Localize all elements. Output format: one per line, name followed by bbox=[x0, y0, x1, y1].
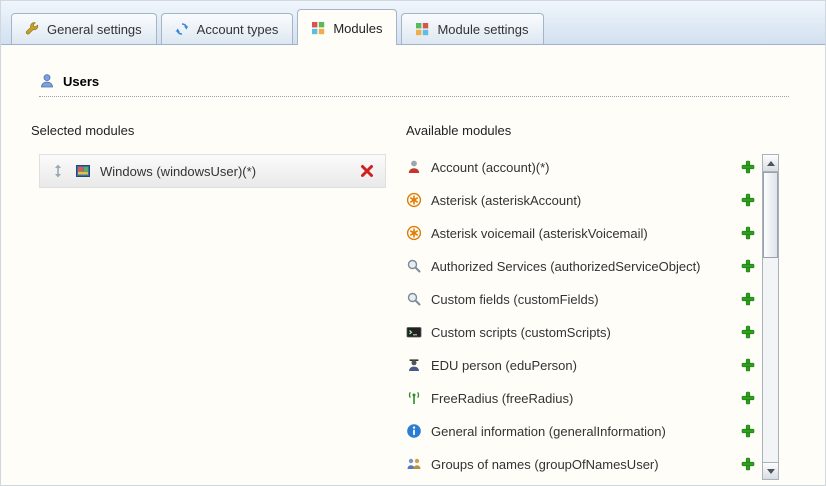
asterisk-icon bbox=[406, 225, 422, 241]
add-module-button[interactable] bbox=[740, 390, 756, 406]
windows-icon bbox=[75, 163, 91, 179]
asterisk-icon bbox=[406, 192, 422, 208]
info-icon bbox=[406, 423, 422, 439]
tab-bar: General settings Account types Modules M… bbox=[1, 1, 825, 45]
available-module-row: Custom scripts (customScripts) bbox=[406, 319, 762, 345]
edu-person-icon bbox=[406, 357, 422, 373]
selected-modules-list: Windows (windowsUser)(*) bbox=[39, 154, 386, 188]
users-section-heading: Users bbox=[39, 73, 789, 97]
available-module-label: EDU person (eduPerson) bbox=[431, 358, 731, 373]
selected-modules-label: Selected modules bbox=[31, 123, 386, 138]
add-module-button[interactable] bbox=[740, 258, 756, 274]
add-module-button[interactable] bbox=[740, 291, 756, 307]
script-icon bbox=[406, 324, 422, 340]
available-module-label: Custom fields (customFields) bbox=[431, 292, 731, 307]
tab-label: Account types bbox=[197, 22, 279, 37]
tab-general-settings[interactable]: General settings bbox=[11, 13, 157, 44]
account-icon bbox=[406, 159, 422, 175]
available-module-label: Account (account)(*) bbox=[431, 160, 731, 175]
selected-module-label: Windows (windowsUser)(*) bbox=[100, 164, 256, 179]
available-modules-label: Available modules bbox=[406, 123, 779, 138]
available-modules-list: Account (account)(*) Asterisk (asteriskAc… bbox=[406, 154, 762, 480]
add-module-button[interactable] bbox=[740, 423, 756, 439]
available-module-label: General information (generalInformation) bbox=[431, 424, 731, 439]
scrollbar-thumb[interactable] bbox=[763, 172, 778, 258]
modules-tab-content: Users Selected modules Windows (windowsU… bbox=[1, 73, 825, 480]
tab-modules[interactable]: Modules bbox=[297, 9, 397, 45]
add-module-button[interactable] bbox=[740, 192, 756, 208]
available-modules-wrap: Account (account)(*) Asterisk (asteriskAc… bbox=[406, 154, 779, 480]
available-module-row: Authorized Services (authorizedServiceOb… bbox=[406, 253, 762, 279]
available-module-label: Custom scripts (customScripts) bbox=[431, 325, 731, 340]
available-module-label: Asterisk (asteriskAccount) bbox=[431, 193, 731, 208]
section-title: Users bbox=[63, 74, 99, 89]
available-module-row: General information (generalInformation) bbox=[406, 418, 762, 444]
drag-handle-icon[interactable] bbox=[50, 163, 66, 179]
scroll-up-button[interactable] bbox=[763, 155, 778, 172]
selected-modules-column: Selected modules Windows (windowsUser)(*… bbox=[31, 97, 386, 480]
magnifier-icon bbox=[406, 291, 422, 307]
module-settings-icon bbox=[414, 21, 430, 37]
up-arrow-icon bbox=[767, 161, 775, 166]
radius-icon bbox=[406, 390, 422, 406]
modules-grid-icon bbox=[310, 20, 326, 36]
available-modules-column: Available modules Account (account)(*) As… bbox=[406, 97, 779, 480]
available-module-row: Groups of names (groupOfNamesUser) bbox=[406, 451, 762, 477]
down-arrow-icon bbox=[767, 469, 775, 474]
available-module-row: Asterisk (asteriskAccount) bbox=[406, 187, 762, 213]
available-module-row: Custom fields (customFields) bbox=[406, 286, 762, 312]
magnifier-icon bbox=[406, 258, 422, 274]
module-columns: Selected modules Windows (windowsUser)(*… bbox=[1, 97, 825, 480]
available-module-label: FreeRadius (freeRadius) bbox=[431, 391, 731, 406]
remove-module-button[interactable] bbox=[359, 163, 375, 179]
scrollbar-track[interactable] bbox=[763, 172, 778, 462]
tab-account-types[interactable]: Account types bbox=[161, 13, 294, 44]
available-module-row: Account (account)(*) bbox=[406, 154, 762, 180]
add-module-button[interactable] bbox=[740, 225, 756, 241]
available-module-label: Asterisk voicemail (asteriskVoicemail) bbox=[431, 226, 731, 241]
available-module-label: Groups of names (groupOfNamesUser) bbox=[431, 457, 731, 472]
tab-label: Modules bbox=[333, 21, 382, 36]
group-icon bbox=[406, 456, 422, 472]
sync-icon bbox=[174, 21, 190, 37]
add-module-button[interactable] bbox=[740, 324, 756, 340]
scrollbar[interactable] bbox=[762, 154, 779, 480]
add-module-button[interactable] bbox=[740, 159, 756, 175]
available-module-row: Asterisk voicemail (asteriskVoicemail) bbox=[406, 220, 762, 246]
lam-configuration-page: General settings Account types Modules M… bbox=[0, 0, 826, 486]
available-module-row: FreeRadius (freeRadius) bbox=[406, 385, 762, 411]
tab-label: Module settings bbox=[437, 22, 528, 37]
tab-module-settings[interactable]: Module settings bbox=[401, 13, 543, 44]
scroll-down-button[interactable] bbox=[763, 462, 778, 479]
available-module-label: Authorized Services (authorizedServiceOb… bbox=[431, 259, 731, 274]
user-icon bbox=[39, 73, 55, 89]
tab-label: General settings bbox=[47, 22, 142, 37]
add-module-button[interactable] bbox=[740, 357, 756, 373]
add-module-button[interactable] bbox=[740, 456, 756, 472]
available-module-row: EDU person (eduPerson) bbox=[406, 352, 762, 378]
wrench-icon bbox=[24, 21, 40, 37]
selected-module-row[interactable]: Windows (windowsUser)(*) bbox=[39, 154, 386, 188]
